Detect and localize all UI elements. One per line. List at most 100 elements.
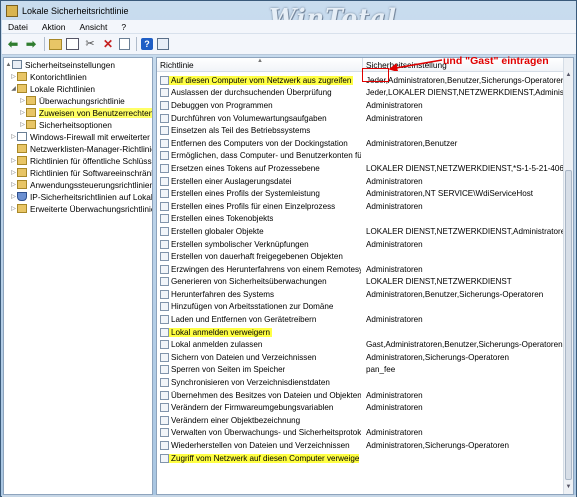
policy-name: Übernehmen des Besitzes von Dateien und … [171, 390, 361, 400]
table-row[interactable]: Übernehmen des Besitzes von Dateien und … [157, 389, 565, 402]
expand-arrow-icon[interactable]: ▷ [10, 181, 17, 188]
table-row[interactable]: Verändern der Firmwareumgebungsvariablen… [157, 401, 565, 414]
column-header-policy[interactable]: Richtlinie ▲ [157, 58, 363, 72]
tree-item-ueberwachungsrichtlinie[interactable]: ▷ Überwachungsrichtlinie [19, 95, 125, 106]
tree-item-kontorichtlinien[interactable]: ▷ Kontorichtlinien [10, 71, 87, 82]
policy-icon [160, 264, 169, 274]
expand-arrow-icon[interactable]: ▷ [10, 133, 17, 140]
scroll-up-icon[interactable]: ▲ [564, 72, 573, 82]
table-row[interactable]: Herunterfahren des Systems Administratore… [157, 288, 565, 301]
forward-arrow-icon[interactable]: ➡ [24, 37, 38, 51]
expand-arrow-icon[interactable]: ▷ [19, 97, 26, 104]
expand-arrow-icon[interactable]: ▷ [10, 73, 17, 80]
collapse-arrow-icon[interactable]: ▲ [5, 62, 12, 68]
table-row[interactable]: Ermöglichen, dass Computer- und Benutzer… [157, 150, 565, 163]
table-row[interactable]: Wiederherstellen von Dateien und Verzeic… [157, 439, 565, 452]
policy-name: Generieren von Sicherheitsüberwachungen [171, 277, 327, 287]
table-row[interactable]: Auslassen der durchsuchenden Überprüfung… [157, 87, 565, 100]
table-row[interactable]: Verwalten von Überwachungs- und Sicherhe… [157, 427, 565, 440]
tree-item-erweiterte-ueberwachung[interactable]: ▷ Erweiterte Überwachungsrichtlinier [10, 203, 152, 214]
tree-item-zuweisen-von-benutzerrechten[interactable]: ▷ Zuweisen von Benutzerrechten [19, 107, 152, 118]
table-row[interactable]: Einsetzen als Teil des Betriebssystems [157, 124, 565, 137]
back-arrow-icon[interactable]: ⬅ [6, 37, 20, 51]
show-hide-tree-icon[interactable] [66, 38, 79, 50]
tree-item-lokale-richtlinien[interactable]: ◢ Lokale Richtlinien [10, 83, 95, 94]
up-folder-icon[interactable] [49, 38, 62, 50]
toolbar-separator [136, 37, 137, 51]
delete-icon[interactable]: ✕ [101, 37, 115, 51]
table-row[interactable]: Laden und Entfernen von Gerätetreibern Ad… [157, 313, 565, 326]
tree-item-netzwerklisten-manager[interactable]: Netzwerklisten-Manager-Richtlinien [10, 143, 152, 154]
expand-arrow-icon[interactable]: ▷ [10, 169, 17, 176]
table-row[interactable]: Ersetzen eines Tokens auf Prozessebene LO… [157, 162, 565, 175]
properties-icon[interactable] [157, 38, 169, 50]
policy-icon [160, 315, 169, 325]
table-row[interactable]: Verändern einer Objektbezeichnung [157, 414, 565, 427]
table-row[interactable]: Debuggen von Programmen Administratoren [157, 99, 565, 112]
menu-aktion[interactable]: Aktion [42, 22, 66, 32]
collapse-arrow-icon[interactable]: ◢ [10, 85, 17, 92]
policy-setting: Jeder,Administratoren,Benutzer,Sicherung… [366, 75, 565, 85]
export-list-icon[interactable] [119, 38, 130, 50]
tree-item-sicherheitsoptionen[interactable]: ▷ Sicherheitsoptionen [19, 119, 112, 130]
tree-item-ip-sicherheit[interactable]: ▷ IP-Sicherheitsrichtlinien auf Lokaler [10, 191, 152, 202]
policy-name: Ersetzen eines Tokens auf Prozessebene [171, 163, 320, 173]
cut-icon[interactable]: ✂ [83, 37, 97, 51]
policy-name: Wiederherstellen von Dateien und Verzeic… [171, 441, 350, 451]
expand-arrow-icon[interactable]: ▷ [19, 109, 26, 116]
policy-name: Ermöglichen, dass Computer- und Benutzer… [171, 151, 361, 161]
scroll-thumb[interactable] [565, 170, 572, 480]
table-row[interactable]: Lokal anmelden verweigern [157, 326, 565, 339]
table-row[interactable]: Hinzufügen von Arbeitsstationen zur Domä… [157, 301, 565, 314]
policy-icon [160, 390, 169, 400]
table-row[interactable]: Erstellen symbolischer Verknüpfungen Admi… [157, 238, 565, 251]
table-row[interactable]: Entfernen des Computers von der Dockings… [157, 137, 565, 150]
tree-item-softwareeinschraenkung[interactable]: ▷ Richtlinien für Softwareeinschränku [10, 167, 152, 178]
folder-icon [17, 156, 27, 165]
expand-arrow-icon[interactable]: ▷ [10, 205, 17, 212]
policy-icon [160, 378, 169, 388]
policy-name: Sichern von Dateien und Verzeichnissen [171, 352, 317, 362]
help-icon[interactable]: ? [141, 38, 153, 50]
policy-setting: LOKALER DIENST,NETZWERKDIENST [366, 277, 512, 287]
tree-item-sicherheitseinstellungen[interactable]: ▲ Sicherheitseinstellungen [5, 59, 115, 70]
policy-name: Erstellen globaler Objekte [171, 226, 264, 236]
policy-name: Sperren von Seiten im Speicher [171, 365, 286, 375]
table-row[interactable]: Erstellen eines Profils für einen Einzel… [157, 200, 565, 213]
tree-item-windows-firewall[interactable]: ▷ Windows-Firewall mit erweiterter Si [10, 131, 152, 142]
policy-name: Entfernen des Computers von der Dockings… [171, 138, 348, 148]
policy-name: Herunterfahren des Systems [171, 289, 275, 299]
menu-ansicht[interactable]: Ansicht [79, 22, 107, 32]
menu-help[interactable]: ? [121, 22, 126, 32]
table-row[interactable]: Erstellen von dauerhaft freigegebenen Ob… [157, 250, 565, 263]
expand-arrow-icon[interactable]: ▷ [10, 193, 17, 200]
expand-arrow-icon[interactable]: ▷ [10, 157, 17, 164]
expand-arrow-icon[interactable]: ▷ [19, 121, 26, 128]
table-row[interactable]: Erstellen eines Profils der Systemleistu… [157, 187, 565, 200]
policy-list: Richtlinie ▲ Sicherheitseinstellung Auf … [156, 57, 574, 495]
policy-icon [160, 239, 169, 249]
policy-icon [160, 214, 169, 224]
policy-name: Erstellen einer Auslagerungsdatei [171, 176, 292, 186]
table-row[interactable]: Erstellen eines Tokenobjekts [157, 213, 565, 226]
policy-icon [160, 176, 169, 186]
table-row[interactable]: Synchronisieren von Verzeichnisdienstdat… [157, 376, 565, 389]
table-row[interactable]: Durchführen von Volumewartungsaufgaben Ad… [157, 112, 565, 125]
vertical-scrollbar[interactable]: ▲ ▼ [563, 58, 573, 494]
column-header-label: Richtlinie [160, 59, 194, 70]
table-row[interactable]: Erstellen einer Auslagerungsdatei Adminis… [157, 175, 565, 188]
tree-item-anwendungssteuerung[interactable]: ▷ Anwendungssteuerungsrichtlinien [10, 179, 152, 190]
table-row[interactable]: Erzwingen des Herunterfahrens von einem … [157, 263, 565, 276]
table-row[interactable]: Sichern von Dateien und Verzeichnissen Ad… [157, 351, 565, 364]
tree-item-label: Überwachungsrichtlinie [39, 95, 125, 106]
menu-datei[interactable]: Datei [8, 22, 28, 32]
table-row[interactable]: Sperren von Seiten im Speicher pan_fee [157, 364, 565, 377]
table-row[interactable]: Zugriff vom Netzwerk auf diesen Computer… [157, 452, 565, 465]
table-row[interactable]: Generieren von Sicherheitsüberwachungen L… [157, 276, 565, 289]
tree-item-oeffentliche-schluessel[interactable]: ▷ Richtlinien für öffentliche Schlüssel [10, 155, 152, 166]
policy-setting: Administratoren,Sicherungs-Operatoren [366, 352, 510, 362]
scroll-down-icon[interactable]: ▼ [564, 484, 573, 494]
table-row[interactable]: Lokal anmelden zulassen Gast,Administrato… [157, 338, 565, 351]
table-row[interactable]: Auf diesen Computer vom Netzwerk aus zug… [157, 74, 565, 87]
table-row[interactable]: Erstellen globaler Objekte LOKALER DIENST… [157, 225, 565, 238]
